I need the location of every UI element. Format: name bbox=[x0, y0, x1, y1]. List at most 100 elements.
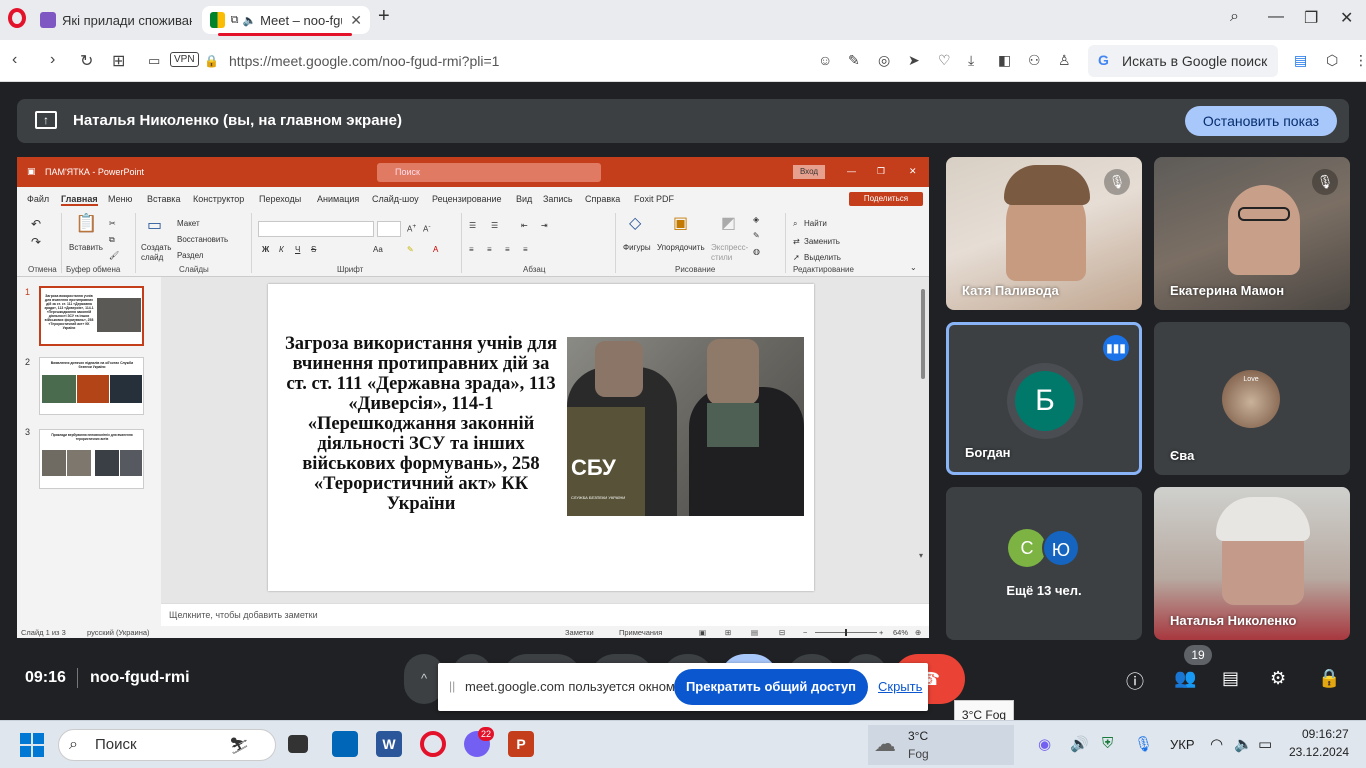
slideshow-icon[interactable]: ⊟ bbox=[779, 628, 785, 637]
zoom-in-icon[interactable]: + bbox=[879, 628, 883, 637]
ppt-tab-view[interactable]: Вид bbox=[516, 194, 532, 204]
wallet-icon[interactable]: ▤ bbox=[1294, 52, 1307, 69]
format-painter-icon[interactable]: 🖌 bbox=[109, 251, 119, 260]
new-slide-button[interactable]: Создать слайд bbox=[141, 243, 175, 263]
host-controls-icon[interactable]: 🔒 bbox=[1318, 668, 1340, 689]
undo-icon[interactable]: ↶ bbox=[31, 217, 41, 231]
people-icon[interactable]: 👥 bbox=[1174, 668, 1196, 689]
replace-icon[interactable]: ⇄ bbox=[793, 237, 800, 246]
task-view-icon[interactable] bbox=[288, 735, 308, 753]
ppt-share-button[interactable]: Поделиться bbox=[849, 192, 923, 206]
align-left-icon[interactable]: ≡ bbox=[469, 245, 474, 254]
slide-thumb-2[interactable]: Виявлення дитячих підпалів на об'єктах С… bbox=[39, 357, 144, 415]
powerpoint-icon[interactable]: P bbox=[508, 731, 534, 757]
windows-start-icon[interactable] bbox=[20, 733, 44, 757]
activities-icon[interactable]: ⚙ bbox=[1270, 668, 1286, 689]
participant-tile-katya[interactable]: 🎙 Катя Паливода bbox=[946, 157, 1142, 310]
find-icon[interactable]: ⌕ bbox=[793, 219, 797, 229]
back-icon[interactable]: ‹ bbox=[12, 51, 17, 69]
notes-pane[interactable]: Щелкните, чтобы добавить заметки bbox=[161, 603, 929, 626]
autosave-icon[interactable]: ▣ bbox=[27, 166, 36, 177]
comments-toggle[interactable]: Примечания bbox=[619, 628, 662, 637]
replace-button[interactable]: Заменить bbox=[804, 237, 840, 246]
reading-view-icon[interactable]: ▤ bbox=[751, 628, 758, 637]
participant-tile-others[interactable]: С Ю Ещё 13 чел. bbox=[946, 487, 1142, 640]
microphone-tray-icon[interactable]: 🎙 bbox=[1134, 735, 1153, 753]
select-icon[interactable]: ➚ bbox=[793, 253, 800, 262]
vpn-badge[interactable]: VPN bbox=[170, 52, 199, 67]
speed-dial-icon[interactable]: ⊞ bbox=[112, 51, 125, 71]
clock-date[interactable]: 23.12.2024 bbox=[1289, 745, 1349, 759]
store-icon[interactable] bbox=[332, 731, 358, 757]
edit-icon[interactable]: ✎ bbox=[848, 52, 860, 69]
ppt-search[interactable]: Поиск bbox=[377, 163, 601, 182]
zoom-slider-thumb[interactable] bbox=[845, 629, 847, 636]
cut-icon[interactable]: ✂ bbox=[109, 219, 116, 228]
section-button[interactable]: Раздел bbox=[177, 251, 203, 260]
forward-icon[interactable]: › bbox=[50, 51, 55, 69]
tab-appliances[interactable]: Які прилади споживають bbox=[32, 6, 200, 34]
emoji-icon[interactable]: ☺ bbox=[818, 52, 832, 68]
ppt-tab-home[interactable]: Главная bbox=[61, 194, 98, 206]
search-tabs-icon[interactable]: ⌕ bbox=[1230, 8, 1239, 26]
reload-icon[interactable]: ↻ bbox=[80, 51, 93, 71]
quick-styles-icon[interactable]: ◩ bbox=[721, 213, 736, 233]
arrange-icon[interactable]: ▣ bbox=[673, 213, 688, 233]
ppt-tab-transitions[interactable]: Переходы bbox=[259, 194, 301, 204]
taskbar-search[interactable]: ⌕ Поиск ⛷ bbox=[58, 729, 276, 761]
font-shrink-icon[interactable]: A- bbox=[423, 223, 431, 234]
normal-view-icon[interactable]: ▣ bbox=[699, 628, 706, 637]
ppt-tab-menu[interactable]: Меню bbox=[108, 194, 132, 204]
current-slide[interactable]: Загроза використання учнів для вчинення … bbox=[268, 284, 814, 591]
wifi-icon[interactable]: ◠ bbox=[1210, 735, 1223, 753]
redo-icon[interactable]: ↷ bbox=[31, 235, 41, 249]
slide-thumb-1[interactable]: Загроза використання учнів для вчинення … bbox=[39, 286, 144, 346]
select-button[interactable]: Выделить bbox=[804, 253, 841, 262]
sidebar-icon[interactable]: ◧ bbox=[998, 52, 1011, 69]
shape-effects-icon[interactable]: ◍ bbox=[753, 247, 760, 256]
find-button[interactable]: Найти bbox=[804, 219, 827, 228]
profile-icon[interactable]: ♙ bbox=[1058, 52, 1071, 69]
bullets-icon[interactable]: ☰ bbox=[469, 221, 476, 230]
cube-icon[interactable]: ⬡ bbox=[1326, 52, 1338, 69]
align-right-icon[interactable]: ≡ bbox=[505, 245, 510, 254]
google-search-box[interactable]: G Искать в Google поиск bbox=[1088, 45, 1278, 77]
vertical-scrollbar[interactable]: ▾ bbox=[919, 281, 927, 591]
tab-meet[interactable]: ⧉ 🔈 Meet – noo-fgud-r ✕ bbox=[202, 6, 370, 34]
shape-fill-icon[interactable]: ◈ bbox=[753, 215, 759, 224]
ppt-login-button[interactable]: Вход bbox=[793, 165, 825, 179]
underline-icon[interactable]: Ч bbox=[295, 245, 300, 254]
extensions-icon[interactable]: ⚇ bbox=[1028, 52, 1041, 69]
zoom-out-icon[interactable]: − bbox=[803, 628, 807, 637]
clock-time[interactable]: 09:16:27 bbox=[1302, 727, 1349, 741]
more-icon[interactable]: ⋮ bbox=[1354, 52, 1366, 69]
highlight-icon[interactable]: ✎ bbox=[407, 245, 414, 254]
info-icon[interactable]: ⓘ bbox=[1126, 668, 1144, 694]
italic-icon[interactable]: К bbox=[279, 245, 284, 254]
collapse-ribbon-icon[interactable]: ⌄ bbox=[910, 263, 917, 272]
zoom-level[interactable]: 64% bbox=[893, 628, 908, 637]
chat-icon[interactable]: ▤ bbox=[1222, 668, 1239, 689]
snapshot-icon[interactable]: ◎ bbox=[878, 52, 890, 69]
indent-decrease-icon[interactable]: ⇤ bbox=[521, 221, 528, 230]
arrange-button[interactable]: Упорядочить bbox=[657, 243, 705, 252]
language-status[interactable]: русский (Украина) bbox=[87, 628, 150, 637]
copy-icon[interactable]: ⧉ bbox=[109, 235, 115, 245]
close-tab-icon[interactable]: ✕ bbox=[350, 12, 362, 29]
scroll-thumb[interactable] bbox=[921, 289, 925, 379]
reset-button[interactable]: Восстановить bbox=[177, 235, 228, 244]
ppt-maximize-icon[interactable]: ❐ bbox=[877, 166, 885, 177]
ppt-tab-review[interactable]: Рецензирование bbox=[432, 194, 502, 204]
paste-button[interactable]: Вставить bbox=[69, 243, 103, 252]
drag-handle-icon[interactable]: || bbox=[449, 679, 455, 693]
font-size-field[interactable] bbox=[377, 221, 401, 237]
slide-thumb-3[interactable]: Приклади вербування неповнолітніх для вч… bbox=[39, 429, 144, 489]
indent-increase-icon[interactable]: ⇥ bbox=[541, 221, 548, 230]
quick-styles-button[interactable]: Экспресс-стили bbox=[711, 243, 748, 263]
url-field[interactable]: https://meet.google.com/noo-fgud-rmi?pli… bbox=[229, 53, 499, 69]
sorter-view-icon[interactable]: ⊞ bbox=[725, 628, 731, 637]
fit-slide-icon[interactable]: ⊕ bbox=[915, 628, 921, 637]
notes-toggle[interactable]: Заметки bbox=[565, 628, 594, 637]
ppt-tab-slideshow[interactable]: Слайд-шоу bbox=[372, 194, 419, 204]
font-grow-icon[interactable]: A+ bbox=[407, 223, 416, 234]
